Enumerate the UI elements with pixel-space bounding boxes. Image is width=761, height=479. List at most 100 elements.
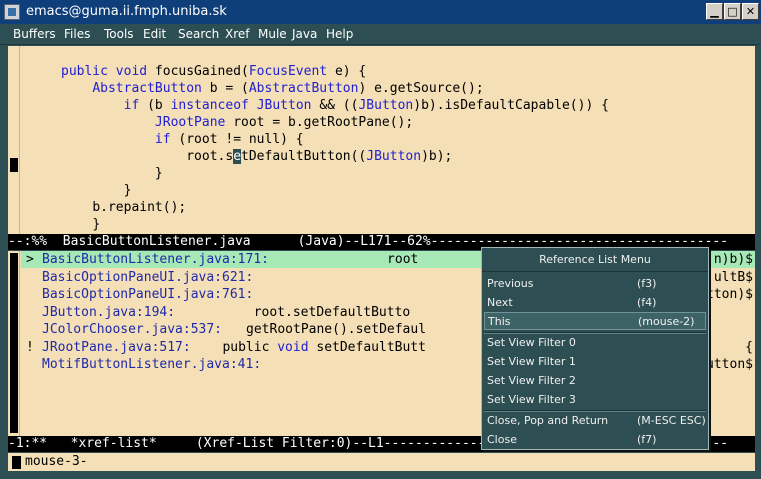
xref-scrollbar[interactable] bbox=[8, 251, 20, 436]
keyword: if bbox=[123, 98, 140, 113]
type-name: FocusEvent bbox=[248, 64, 328, 79]
code-line[interactable]: AbstractButton b = (AbstractButton) e.ge… bbox=[61, 80, 484, 97]
text-cursor: e bbox=[233, 149, 242, 164]
xref-context[interactable]: getRootPane().setDefaul bbox=[223, 321, 426, 338]
code-text: )b); bbox=[421, 149, 453, 164]
menu-buffers[interactable]: Buffers bbox=[13, 27, 56, 41]
xref-file-location[interactable]: JColorChooser.java:537: bbox=[42, 321, 222, 338]
menu-item-filter-1[interactable]: Set View Filter 1 bbox=[484, 353, 706, 371]
popup-title: Reference List Menu bbox=[482, 248, 708, 272]
code-line[interactable]: public void focusGained(FocusEvent e) { bbox=[61, 63, 366, 80]
xref-file-location[interactable]: JRootPane.java:517: bbox=[42, 339, 191, 356]
xref-file-location[interactable]: BasicButtonListener.java:171: bbox=[42, 251, 269, 268]
close-icon: ✕ bbox=[745, 5, 756, 18]
maximize-icon: □ bbox=[727, 5, 738, 18]
menu-files[interactable]: Files bbox=[64, 27, 90, 41]
keyword: if bbox=[154, 132, 171, 147]
code-text: (root != null) { bbox=[170, 132, 304, 147]
code-text: e) { bbox=[327, 64, 367, 79]
code-line[interactable]: if (root != null) { bbox=[61, 131, 304, 148]
type-name: JButton bbox=[256, 98, 312, 113]
scrollbar-thumb[interactable] bbox=[10, 253, 18, 433]
code-text: b.repaint(); bbox=[92, 200, 187, 215]
menu-xref[interactable]: Xref bbox=[225, 27, 250, 41]
code-line[interactable]: if (b instanceof JButton && ((JButton)b)… bbox=[61, 97, 609, 114]
code-text: root = b.getRootPane(); bbox=[225, 115, 414, 130]
keyword: public void bbox=[61, 64, 148, 79]
menu-java[interactable]: Java bbox=[292, 27, 317, 41]
menu-item-filter-2[interactable]: Set View Filter 2 bbox=[484, 372, 706, 390]
menu-search[interactable]: Search bbox=[178, 27, 219, 41]
type-name: JButton bbox=[358, 98, 414, 113]
menu-item-close-pop-return[interactable]: Close, Pop and Return (M-ESC ESC) bbox=[484, 412, 706, 430]
menu-help[interactable]: Help bbox=[326, 27, 353, 41]
code-text: (b bbox=[139, 98, 171, 113]
keyword: void bbox=[277, 339, 309, 355]
type-name: AbstractButton bbox=[92, 81, 202, 96]
menu-item-filter-0[interactable]: Set View Filter 0 bbox=[484, 334, 706, 352]
code-scrollbar[interactable] bbox=[8, 46, 20, 234]
code-text: } bbox=[92, 217, 101, 232]
row-marker bbox=[26, 356, 34, 373]
code-line[interactable]: } bbox=[61, 216, 100, 233]
menu-item-previous[interactable]: Previous (f3) bbox=[484, 275, 706, 293]
code-text: root.s bbox=[186, 149, 234, 164]
menu-mule[interactable]: Mule bbox=[258, 27, 287, 41]
menu-item-filter-3[interactable]: Set View Filter 3 bbox=[484, 391, 706, 409]
code-text: && (( bbox=[311, 98, 359, 113]
menu-item-close[interactable]: Close (f7) bbox=[484, 431, 706, 449]
code-text: tDefaultButton(( bbox=[241, 149, 367, 164]
code-text: } bbox=[123, 183, 132, 198]
code-line[interactable]: b.repaint(); bbox=[61, 199, 186, 216]
xref-file-location[interactable]: BasicOptionPaneUI.java:761: bbox=[42, 286, 253, 303]
type-name: JButton bbox=[366, 149, 422, 164]
menu-edit[interactable]: Edit bbox=[143, 27, 166, 41]
reference-list-menu: Reference List Menu Previous (f3) Next (f4… bbox=[481, 247, 709, 450]
code-line[interactable]: } bbox=[61, 182, 132, 199]
xref-context[interactable]: root.setDefaultButto bbox=[175, 304, 411, 321]
xref-file-location[interactable]: MotifButtonListener.java:41: bbox=[42, 356, 261, 373]
code-text: )b).isDefaultCapable()) { bbox=[413, 98, 609, 113]
row-marker bbox=[26, 269, 34, 286]
minimize-button[interactable]: ▁ bbox=[706, 3, 723, 20]
minimize-icon: ▁ bbox=[710, 5, 719, 18]
code-text: focusGained( bbox=[147, 64, 249, 79]
code-line[interactable]: } bbox=[61, 165, 163, 182]
menu-bar: Buffers Files Tools Edit Search Xref Mul… bbox=[0, 24, 761, 45]
close-button[interactable]: ✕ bbox=[742, 3, 759, 20]
xref-file-location[interactable]: BasicOptionPaneUI.java:621: bbox=[42, 269, 253, 286]
xref-context[interactable]: public void setDefaultButt bbox=[191, 339, 426, 356]
xref-context-tail: { bbox=[745, 339, 753, 355]
minibuffer-cursor bbox=[12, 456, 21, 469]
code-text: b = ( bbox=[201, 81, 249, 96]
xref-context-tail: utton$ bbox=[706, 357, 753, 372]
row-marker bbox=[26, 286, 34, 303]
keyword: instanceof bbox=[170, 98, 249, 113]
type-name: JRootPane bbox=[154, 115, 226, 130]
type-name: AbstractButton bbox=[248, 81, 359, 96]
row-marker bbox=[26, 321, 34, 338]
menu-tools[interactable]: Tools bbox=[104, 27, 134, 41]
row-marker bbox=[26, 304, 34, 321]
code-text: } bbox=[154, 166, 163, 181]
scrollbar-thumb[interactable] bbox=[10, 158, 18, 172]
window-title: emacs@guma.ii.fmph.uniba.sk bbox=[26, 4, 227, 19]
code-line[interactable]: root.setDefaultButton((JButton)b); bbox=[61, 148, 452, 165]
title-bar[interactable]: emacs@guma.ii.fmph.uniba.sk ▁ □ ✕ bbox=[0, 0, 761, 24]
minibuffer[interactable]: mouse-3- bbox=[8, 453, 755, 471]
window-menu-icon[interactable] bbox=[4, 4, 20, 20]
xref-context[interactable]: root bbox=[270, 251, 418, 268]
code-line[interactable]: JRootPane root = b.getRootPane(); bbox=[61, 114, 413, 131]
row-marker: > bbox=[26, 252, 34, 267]
xref-context-tail: tton)$ bbox=[706, 287, 753, 302]
menu-item-next[interactable]: Next (f4) bbox=[484, 294, 706, 312]
code-text: ) e.getSource(); bbox=[358, 81, 484, 96]
xref-context-tail: ultB$ bbox=[713, 269, 753, 285]
xref-context-tail: n)b)$ bbox=[713, 252, 753, 267]
xref-file-location[interactable]: JButton.java:194: bbox=[42, 304, 175, 321]
minibuffer-text: mouse-3- bbox=[25, 454, 88, 469]
maximize-button[interactable]: □ bbox=[724, 3, 741, 20]
menu-item-this[interactable]: This (mouse-2) bbox=[484, 312, 706, 330]
row-marker: ! bbox=[26, 339, 34, 355]
